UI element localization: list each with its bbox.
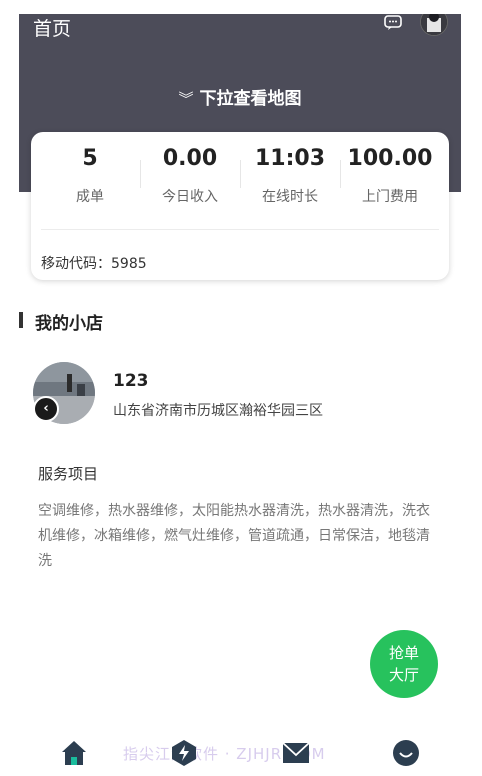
stat-label: 上门费用 [362,189,418,205]
double-chevron-down-icon: ︾ [178,90,194,108]
stat-label: 在线时长 [262,189,318,205]
section-title-my-shop: 我的小店 [35,314,103,334]
stat-value: 100.00 [347,146,433,171]
section-marker [19,312,23,328]
home-icon[interactable] [59,738,89,768]
fab-label-line1: 抢单 [388,644,419,662]
shop-name: 123 [113,371,149,391]
stat-label: 成单 [76,189,104,205]
message-icon[interactable] [281,738,311,768]
shop-address: 山东省济南市历城区瀚裕华园三区 [113,403,323,419]
fab-label-line2: 大厅 [388,666,419,684]
services-list: 空调维修，热水器维修，太阳能热水器清洗，热水器清洗，洗衣机维修，冰箱维修，燃气灶… [38,503,430,569]
chat-icon[interactable] [384,15,402,31]
stat-online-time[interactable]: 11:03 在线时长 [241,146,339,206]
page-title: 首页 [33,18,72,40]
stat-value: 5 [82,146,98,171]
stat-orders[interactable]: 5 成单 [41,146,139,206]
stat-label: 今日收入 [162,189,218,205]
lightning-icon[interactable] [169,738,199,768]
pull-hint-label: 下拉查看地图 [199,89,302,109]
app-screen: 首页 ︾ 下拉查看地图 5 成单 0.00 今日收入 11:03 在线时长 10… [19,14,461,776]
stat-visit-fee[interactable]: 100.00 上门费用 [341,146,439,206]
stat-income[interactable]: 0.00 今日收入 [141,146,239,206]
stat-value: 0.00 [162,146,218,171]
services-title: 服务项目 [38,465,99,483]
stats-card: 5 成单 0.00 今日收入 11:03 在线时长 100.00 上门费用 移动… [31,132,449,280]
chevron-left-icon[interactable]: ‹ [33,396,59,422]
profile-icon[interactable] [391,738,421,768]
stat-value: 11:03 [254,146,326,171]
grab-order-hall-button[interactable]: 抢单 大厅 [370,630,438,698]
pull-down-hint[interactable]: ︾ 下拉查看地图 [19,84,461,109]
mobile-code: 移动代码：5985 [41,256,147,272]
divider [41,229,439,230]
